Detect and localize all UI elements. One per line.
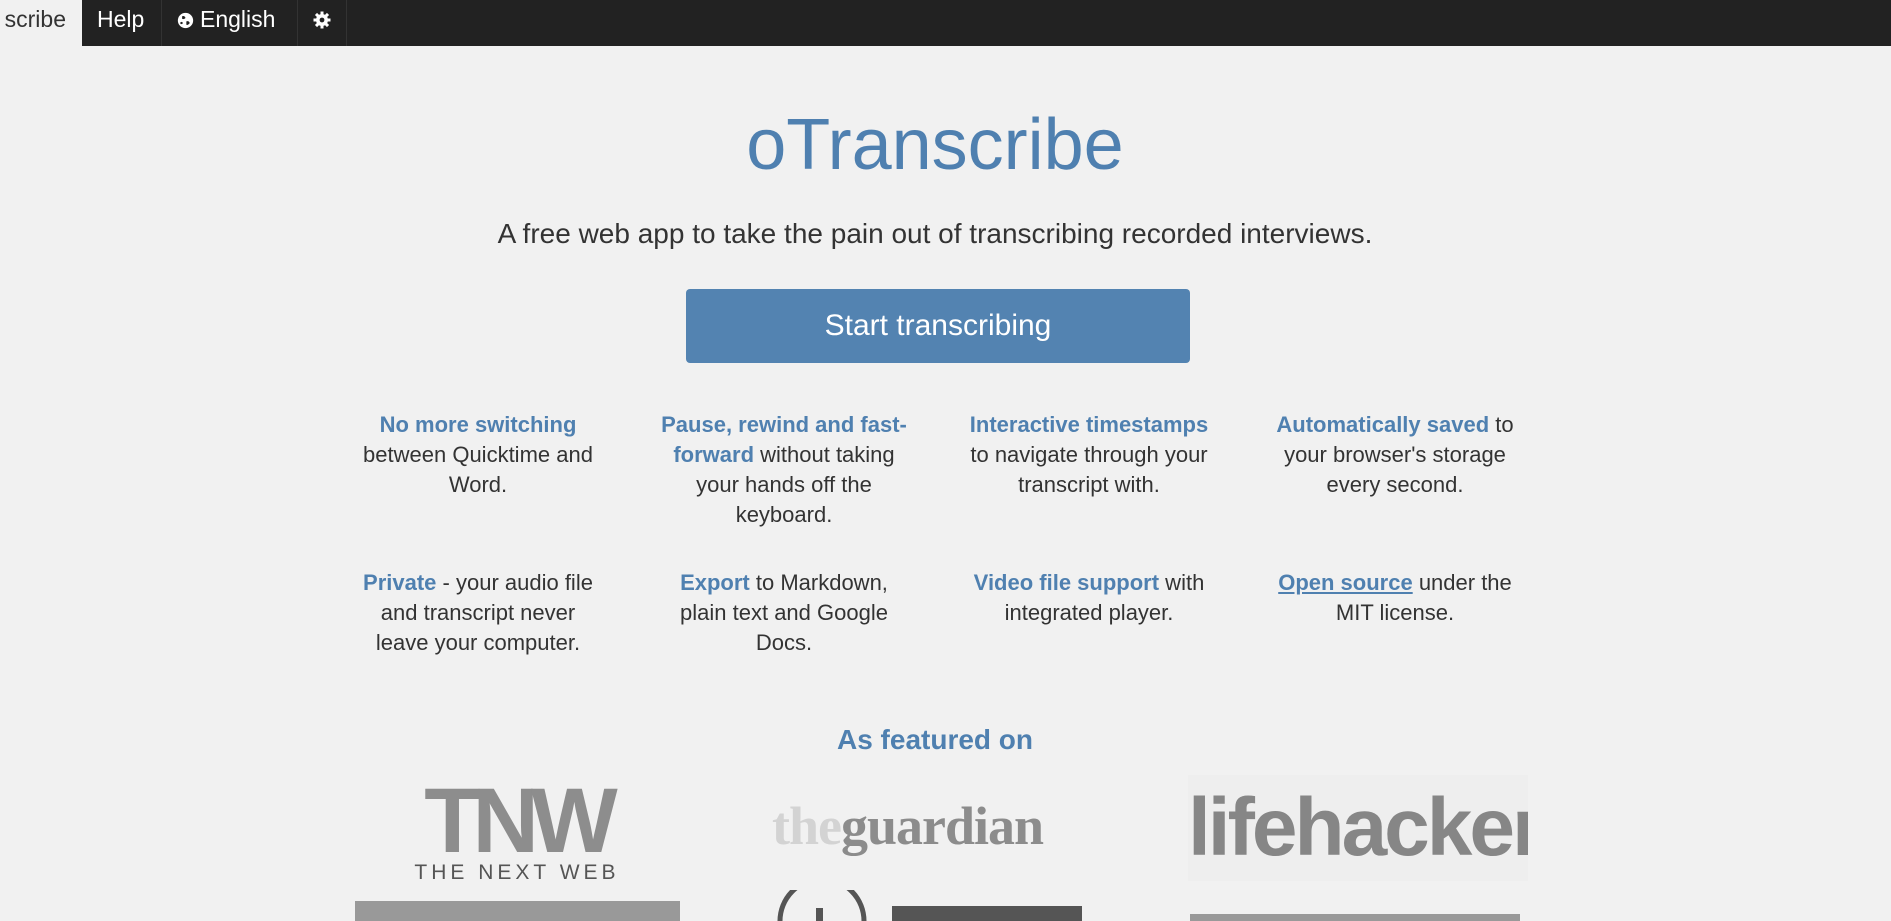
feature-highlight: Automatically saved bbox=[1276, 412, 1490, 437]
feature-highlight: Private bbox=[363, 570, 437, 595]
feature-item: Pause, rewind and fast-forward without t… bbox=[659, 410, 909, 530]
page-title: oTranscribe bbox=[746, 105, 1124, 185]
tagline: A free web app to take the pain out of t… bbox=[497, 218, 1373, 249]
feature-highlight: Export bbox=[680, 570, 750, 595]
guardian-logo: theguardian bbox=[772, 795, 1102, 857]
language-selector[interactable]: English bbox=[162, 0, 298, 46]
language-label: English bbox=[200, 6, 276, 32]
start-transcribing-button[interactable]: Start transcribing bbox=[686, 289, 1190, 363]
tab-transcribe[interactable]: scribe bbox=[0, 0, 82, 46]
partial-logo-right bbox=[1190, 914, 1520, 921]
lifehacker-logo: lifehacker bbox=[1188, 775, 1528, 881]
feature-item: Automatically saved to your browser's st… bbox=[1270, 410, 1520, 500]
tab-transcribe-label: scribe bbox=[4, 6, 66, 32]
feature-item: Video file support with integrated playe… bbox=[964, 568, 1214, 628]
guardian-logo-name: guardian bbox=[840, 796, 1044, 856]
feature-text: to navigate through your transcript with… bbox=[970, 442, 1208, 497]
feature-text: between Quicktime and Word. bbox=[363, 442, 593, 497]
partial-logo-center bbox=[777, 890, 1082, 921]
guardian-logo-the: the bbox=[772, 796, 842, 856]
featured-heading: As featured on bbox=[836, 724, 1034, 755]
tab-help-label: Help bbox=[97, 6, 145, 32]
feature-item: Private - your audio file and transcript… bbox=[353, 568, 603, 658]
tnw-logo-mark: TNW bbox=[424, 770, 617, 872]
feature-highlight: Interactive timestamps bbox=[969, 412, 1209, 437]
feature-item: No more switching between Quicktime and … bbox=[353, 410, 603, 500]
partial-logo-left bbox=[355, 901, 680, 921]
feature-item: Interactive timestamps to navigate throu… bbox=[964, 410, 1214, 500]
tnw-logo-text: THE NEXT WEB bbox=[414, 861, 620, 884]
feature-item: Open source under the MIT license. bbox=[1270, 568, 1520, 628]
feature-highlight: No more switching bbox=[379, 412, 577, 437]
globe-icon bbox=[177, 12, 194, 29]
tnw-logo: TNW THE NEXT WEB bbox=[403, 775, 631, 885]
gear-icon bbox=[313, 11, 331, 29]
settings-button[interactable] bbox=[298, 0, 347, 46]
feature-item: Export to Markdown, plain text and Googl… bbox=[659, 568, 909, 658]
tab-help[interactable]: Help bbox=[82, 0, 162, 46]
top-nav-bar: scribe Help English bbox=[0, 0, 1891, 46]
open-source-link[interactable]: Open source bbox=[1278, 570, 1412, 595]
feature-highlight: Video file support bbox=[973, 570, 1160, 595]
